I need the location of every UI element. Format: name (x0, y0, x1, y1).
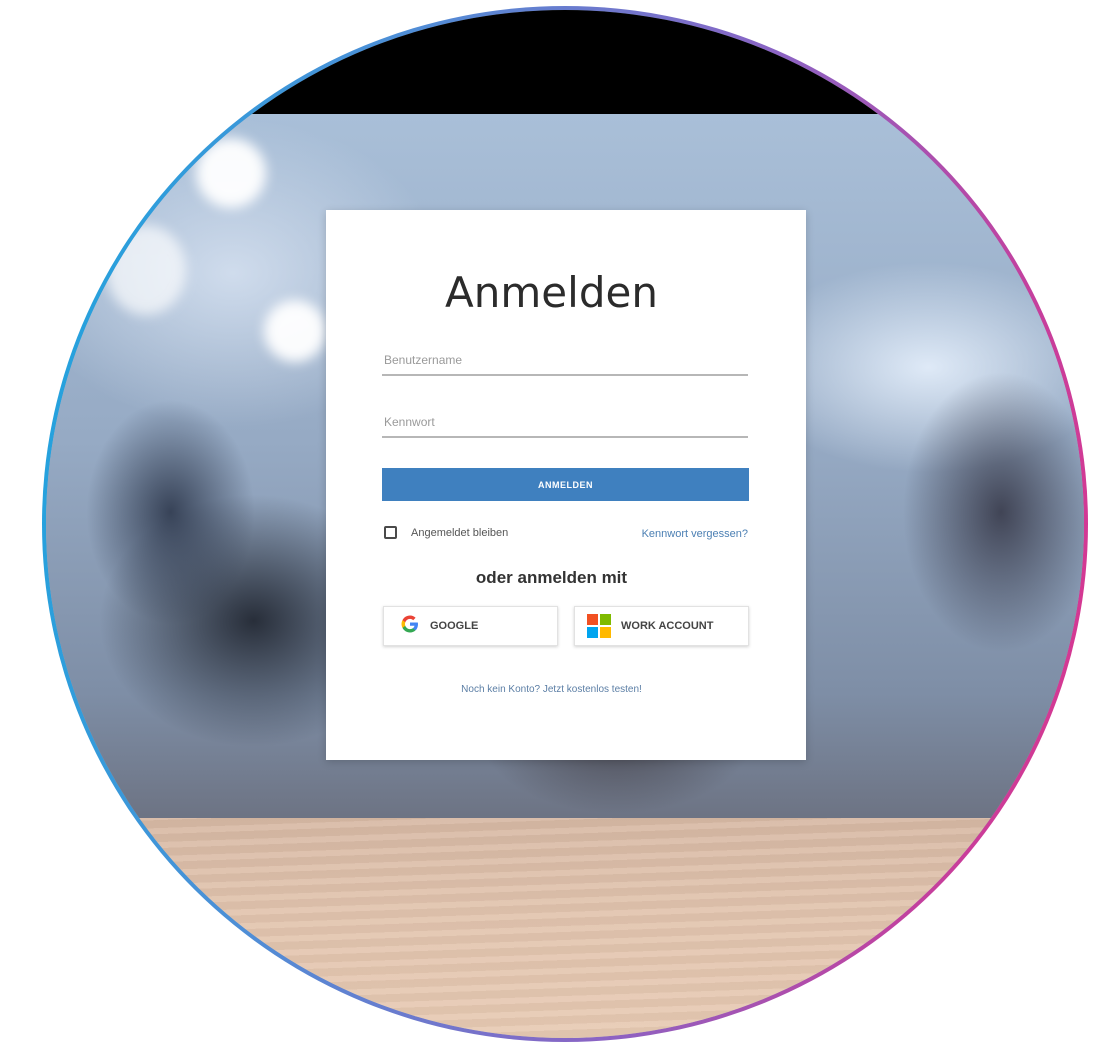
password-field[interactable] (382, 408, 748, 438)
stage: Anmelden ANMELDEN Angemeldet bleiben Ken… (0, 0, 1103, 1048)
page-title: Anmelden (445, 268, 658, 317)
login-button[interactable]: ANMELDEN (382, 468, 749, 501)
microsoft-icon (587, 614, 611, 638)
remember-label: Angemeldet bleiben (411, 526, 509, 539)
username-field[interactable] (382, 346, 748, 376)
remember-checkbox[interactable] (384, 526, 397, 539)
google-icon (400, 614, 420, 638)
google-login-button[interactable]: GOOGLE (383, 606, 558, 646)
bokeh-light (196, 138, 266, 208)
google-button-label: GOOGLE (430, 620, 479, 632)
background-desk (46, 818, 1084, 1038)
forgot-password-link[interactable]: Kennwort vergessen? (642, 528, 748, 540)
remember-me[interactable]: Angemeldet bleiben (384, 526, 508, 539)
background-top-bar (46, 10, 1084, 114)
alternative-login-heading: oder anmelden mit (475, 568, 628, 587)
signup-link[interactable]: Noch kein Konto? Jetzt kostenlos testen! (0, 684, 1103, 695)
work-account-login-button[interactable]: WORK ACCOUNT (574, 606, 749, 646)
work-account-button-label: WORK ACCOUNT (621, 620, 714, 632)
